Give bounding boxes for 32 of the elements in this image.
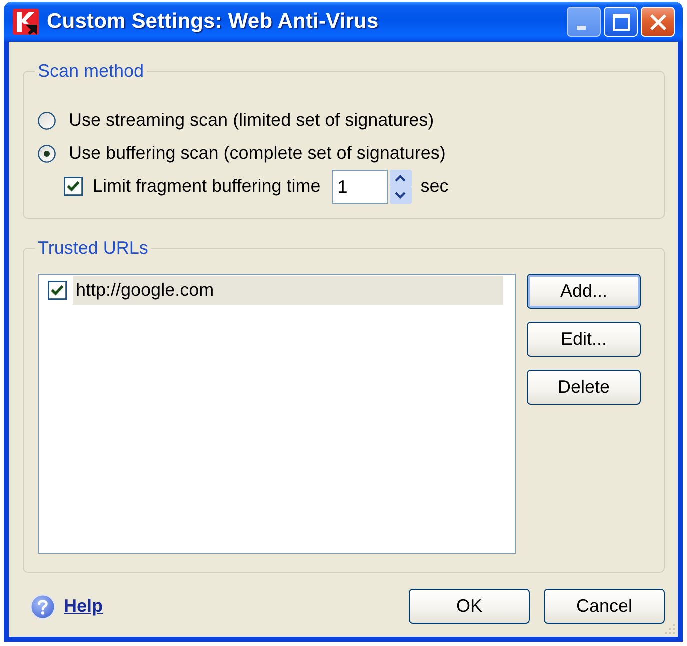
close-button[interactable] — [641, 7, 675, 37]
minimize-icon — [577, 26, 586, 30]
checkbox-label: Limit fragment buffering time — [93, 176, 321, 197]
list-action-button[interactable]: Edit... — [527, 322, 641, 357]
dialog-button[interactable]: OK — [409, 589, 530, 624]
help-icon[interactable] — [30, 594, 56, 620]
spin-up-button[interactable] — [390, 170, 412, 186]
app-logo-icon — [13, 9, 39, 35]
unit-label: sec — [420, 176, 449, 197]
window-title: Custom Settings: Web Anti-Virus — [47, 10, 380, 34]
radio-button[interactable] — [38, 112, 56, 130]
help-link[interactable]: Help — [64, 596, 104, 617]
chevron-down-icon — [395, 192, 406, 198]
list-action-button[interactable]: Delete — [527, 370, 641, 405]
url-list-item[interactable]: http://google.com — [73, 276, 503, 305]
radio-button[interactable] — [38, 144, 56, 162]
close-icon — [650, 14, 666, 30]
spin-down-button[interactable] — [390, 186, 412, 204]
url-list[interactable]: http://google.com — [38, 274, 516, 554]
chevron-up-icon — [395, 174, 406, 182]
url-checkbox[interactable] — [48, 281, 67, 300]
group-title: Scan method — [37, 61, 146, 81]
maximize-icon — [612, 14, 630, 30]
resize-grip-icon[interactable] — [664, 623, 676, 635]
seconds-input-field[interactable]: 1 — [332, 170, 388, 204]
group-title: Trusted URLs — [37, 238, 150, 258]
dialog-button[interactable]: Cancel — [544, 589, 665, 624]
radio-label: Use streaming scan (limited set of signatures) — [69, 110, 434, 131]
maximize-button[interactable] — [604, 7, 638, 37]
list-action-button[interactable]: Add... — [527, 274, 641, 309]
radio-label: Use buffering scan (complete set of signatures) — [69, 143, 446, 164]
checkbox[interactable] — [64, 177, 83, 196]
